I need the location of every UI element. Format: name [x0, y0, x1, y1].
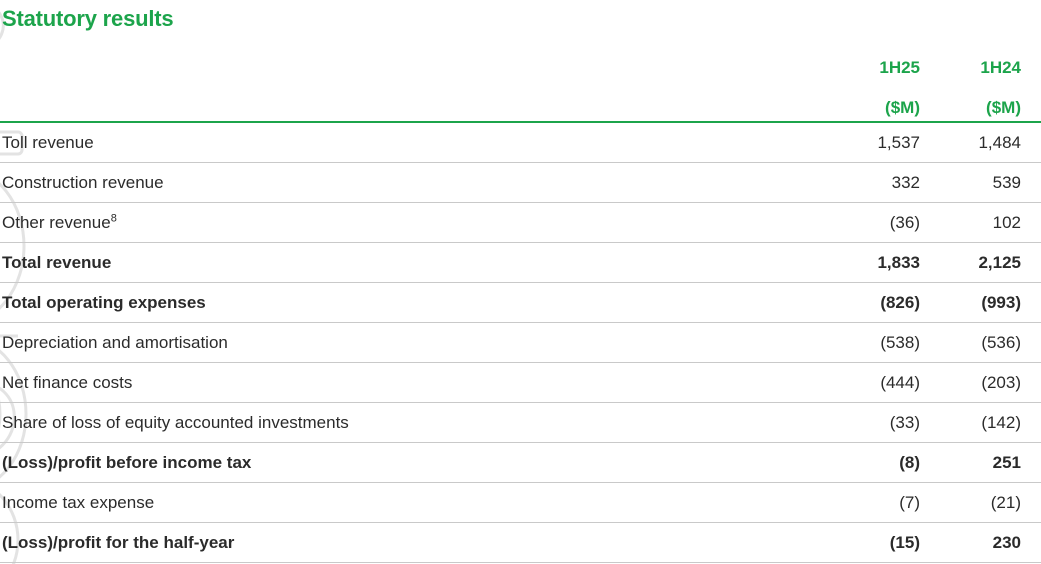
table-header: 1H25 1H24 ($M) ($M)	[0, 40, 1041, 123]
header-col2-period: 1H24	[941, 40, 1041, 80]
row-value-1h24: (536)	[941, 322, 1041, 363]
row-value-1h25: 332	[821, 162, 941, 203]
row-value-1h24: 2,125	[941, 242, 1041, 283]
row-label-footnote-marker: 8	[110, 211, 117, 224]
row-label-text: Income tax expense	[2, 492, 155, 512]
row-value-1h24: 539	[941, 162, 1041, 203]
row-label-text: Other revenue	[2, 212, 111, 232]
row-value-1h24: (203)	[941, 362, 1041, 403]
row-label: Depreciation and amortisation	[0, 322, 821, 363]
header-col2-unit-text: ($M)	[986, 98, 1021, 117]
row-label-text: Construction revenue	[2, 172, 164, 192]
row-value-1h24: (21)	[941, 482, 1041, 523]
row-value-1h25: (7)	[821, 482, 941, 523]
row-label: (Loss)/profit before income tax	[0, 442, 821, 483]
row-value-1h25: (36)	[821, 202, 941, 243]
row-label: Net finance costs	[0, 362, 821, 403]
row-value-1h24: 102	[941, 202, 1041, 243]
statutory-results-table: 1H25 1H24 ($M) ($M) Toll revenue 1,537 1…	[0, 40, 1041, 563]
statutory-results-table-container: 1H25 1H24 ($M) ($M) Toll revenue 1,537 1…	[0, 40, 1041, 563]
table-row: Depreciation and amortisation (538) (536)	[0, 322, 1041, 363]
table-row: Total operating expenses (826) (993)	[0, 282, 1041, 323]
row-label-text: Share of loss of equity accounted invest…	[2, 412, 349, 432]
row-value-1h25: (826)	[821, 282, 941, 323]
table-row: Other revenue8 (36) 102	[0, 202, 1041, 243]
row-label: (Loss)/profit for the half-year	[0, 522, 821, 563]
table-row: Net finance costs (444) (203)	[0, 362, 1041, 403]
row-value-1h24: (142)	[941, 402, 1041, 443]
row-value-1h25: (33)	[821, 402, 941, 443]
row-value-1h24: 1,484	[941, 122, 1041, 163]
row-value-1h25: (15)	[821, 522, 941, 563]
table-row: (Loss)/profit before income tax (8) 251	[0, 442, 1041, 483]
row-label-text: Net finance costs	[2, 372, 133, 392]
row-value-1h25: 1,537	[821, 122, 941, 163]
row-label-text: Total revenue	[2, 252, 112, 272]
header-col2-period-text: 1H24	[980, 58, 1021, 77]
row-value-1h25: 1,833	[821, 242, 941, 283]
header-label-blank	[0, 40, 821, 80]
row-label-text: Total operating expenses	[2, 292, 206, 312]
header-col1-period: 1H25	[821, 40, 941, 80]
table-row: Income tax expense (7) (21)	[0, 482, 1041, 523]
row-value-1h24: (993)	[941, 282, 1041, 323]
row-label: Other revenue8	[0, 202, 821, 243]
header-col1-unit-text: ($M)	[885, 98, 920, 117]
header-row-period: 1H25 1H24	[0, 40, 1041, 80]
header-col1-period-text: 1H25	[879, 58, 920, 77]
row-label: Toll revenue	[0, 122, 821, 163]
row-label: Share of loss of equity accounted invest…	[0, 402, 821, 443]
row-value-1h25: (8)	[821, 442, 941, 483]
table-row: (Loss)/profit for the half-year (15) 230	[0, 522, 1041, 563]
table-row: Share of loss of equity accounted invest…	[0, 402, 1041, 443]
table-row: Total revenue 1,833 2,125	[0, 242, 1041, 283]
row-label: Total revenue	[0, 242, 821, 283]
row-value-1h25: (444)	[821, 362, 941, 403]
statutory-results-page: Statutory results 1H25 1H24 ($M) ($M) To…	[0, 0, 1041, 564]
row-label-text: (Loss)/profit for the half-year	[2, 532, 235, 552]
row-label-text: Depreciation and amortisation	[2, 332, 228, 352]
row-label: Construction revenue	[0, 162, 821, 203]
row-label: Income tax expense	[0, 482, 821, 523]
row-value-1h25: (538)	[821, 322, 941, 363]
header-col1-unit: ($M)	[821, 80, 941, 123]
header-col2-unit: ($M)	[941, 80, 1041, 123]
row-label: Total operating expenses	[0, 282, 821, 323]
table-row: Toll revenue 1,537 1,484	[0, 122, 1041, 163]
header-unit-blank	[0, 80, 821, 123]
table-row: Construction revenue 332 539	[0, 162, 1041, 203]
row-label-text: Toll revenue	[2, 132, 94, 152]
header-row-unit: ($M) ($M)	[0, 80, 1041, 123]
page-title: Statutory results	[2, 6, 174, 31]
row-value-1h24: 230	[941, 522, 1041, 563]
row-value-1h24: 251	[941, 442, 1041, 483]
table-body: Toll revenue 1,537 1,484 Construction reven…	[0, 122, 1041, 563]
row-label-text: (Loss)/profit before income tax	[2, 452, 252, 472]
